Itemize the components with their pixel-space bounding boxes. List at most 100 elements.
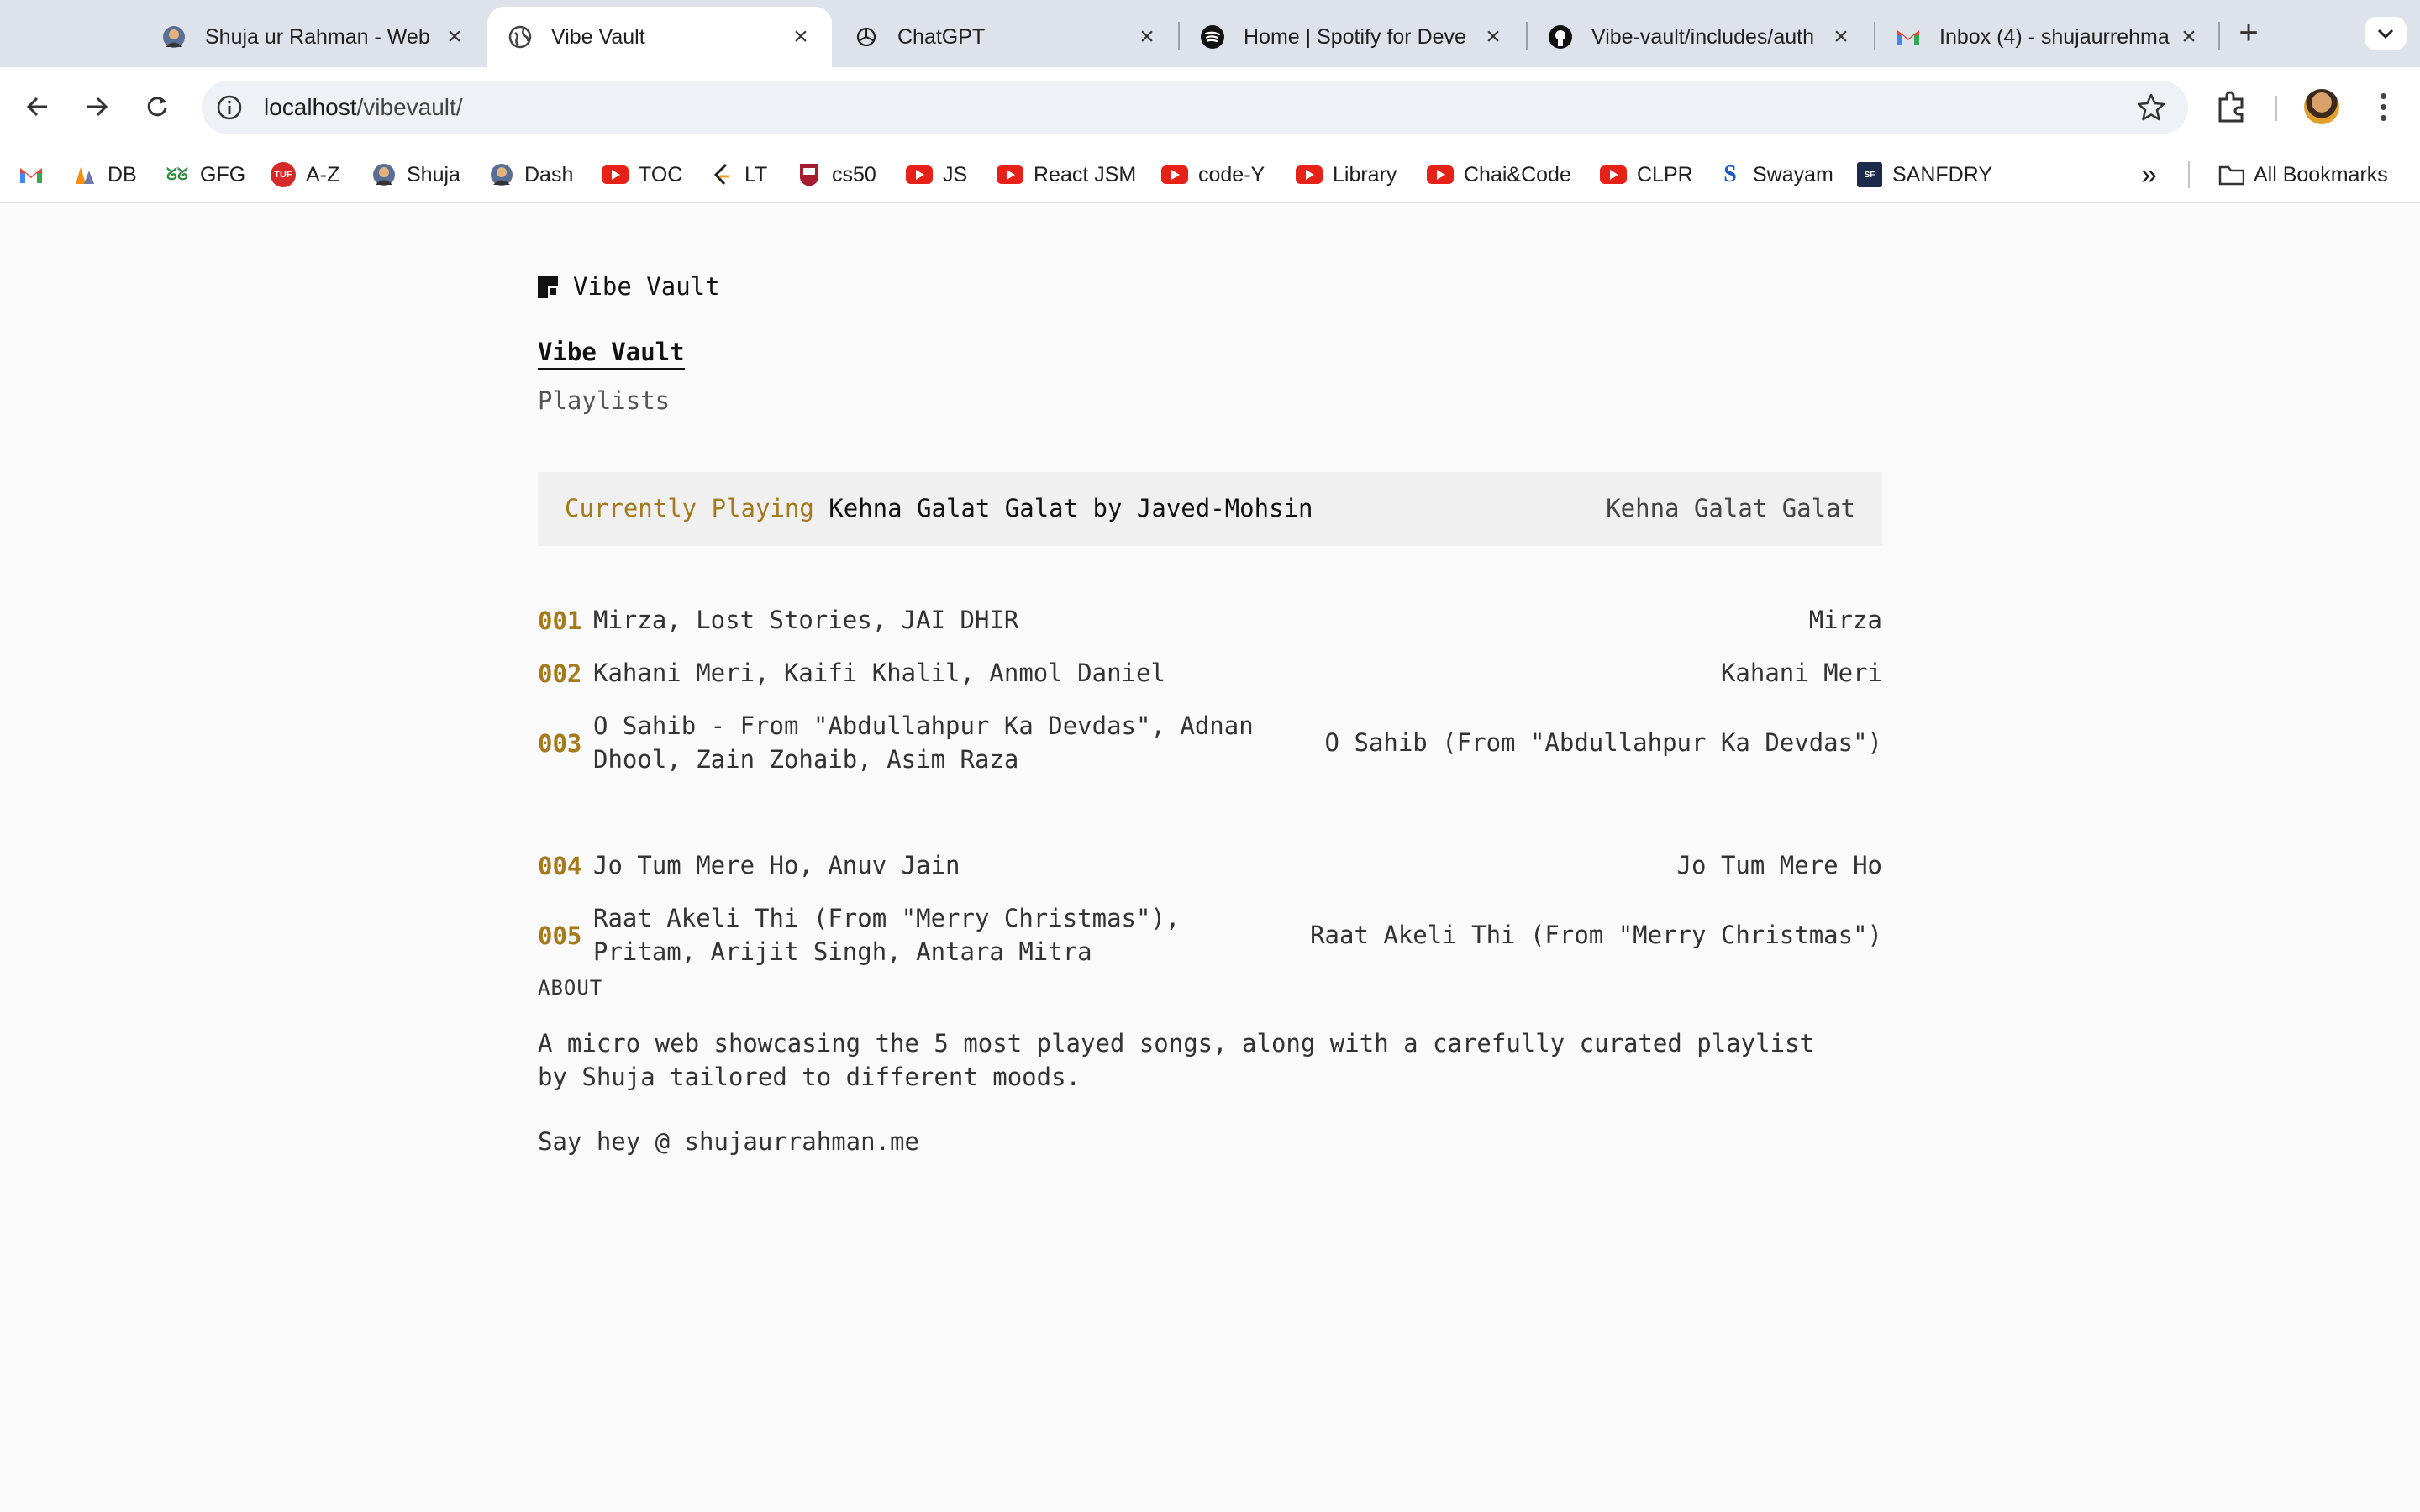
close-icon[interactable]: ×	[1134, 24, 1160, 50]
bookmark-toc[interactable]: TOC	[602, 160, 682, 190]
tab-shuja-web[interactable]: Shuja ur Rahman - Web ×	[141, 7, 486, 67]
bookmark-shuja[interactable]: Shuja	[371, 160, 460, 190]
track-number: 003	[538, 729, 582, 758]
tab-title: Vibe Vault	[551, 24, 645, 49]
close-icon[interactable]: ×	[2176, 24, 2202, 50]
vibe-vault-logo-icon	[538, 276, 558, 298]
track-title: Mirza	[1808, 606, 1882, 634]
swayam-icon: S	[1723, 161, 1737, 187]
bookmark-sanfdry[interactable]: SF SANFDRY	[1857, 160, 1992, 190]
forward-button[interactable]	[77, 87, 116, 126]
all-bookmarks-button[interactable]: All Bookmarks	[2218, 160, 2388, 190]
new-tab-button[interactable]: +	[2230, 15, 2267, 52]
bookmark-label: Chai&Code	[1464, 162, 1571, 186]
youtube-icon	[1600, 165, 1627, 184]
bookmark-react-jsm[interactable]: React JSM	[997, 160, 1136, 190]
bookmark-gmail[interactable]	[18, 160, 44, 190]
bookmark-swayam[interactable]: S Swayam	[1718, 160, 1833, 190]
more-bookmarks-button[interactable]: »	[2141, 159, 2157, 191]
toolbar-divider	[2275, 96, 2277, 121]
about-text: A micro web showcasing the 5 most played…	[538, 1029, 1814, 1091]
tab-chatgpt[interactable]: ChatGPT ×	[834, 7, 1178, 67]
tab-vibe-vault[interactable]: Vibe Vault ×	[487, 7, 832, 67]
avatar-favicon	[489, 162, 514, 187]
track-number: 005	[538, 921, 582, 950]
reload-button[interactable]	[138, 87, 176, 126]
track-description: O Sahib - From "Abdullahpur Ka Devdas", …	[593, 711, 1254, 774]
track-title: Kahani Meri	[1720, 659, 1882, 687]
back-button[interactable]	[18, 87, 57, 126]
tab-search-button[interactable]	[2365, 17, 2407, 50]
track-description: Raat Akeli Thi (From "Merry Christmas"),…	[593, 904, 1181, 966]
close-icon[interactable]: ×	[788, 24, 813, 50]
tab-title: ChatGPT	[897, 24, 986, 49]
track-description: Jo Tum Mere Ho, Anuv Jain	[593, 851, 960, 879]
globe-icon	[508, 24, 533, 50]
track-number: 001	[538, 606, 582, 635]
now-playing-title: Kehna Galat Galat	[1606, 494, 1855, 522]
bookmark-label: cs50	[832, 162, 876, 186]
track-number: 004	[538, 852, 582, 880]
close-icon[interactable]: ×	[1481, 24, 1506, 50]
tab-strip: Shuja ur Rahman - Web × Vibe Vault × Cha…	[0, 0, 2420, 67]
tab-gmail[interactable]: Inbox (4) - shujaurrehma ×	[1876, 7, 2220, 67]
close-icon[interactable]: ×	[442, 24, 467, 50]
bookmark-label: Library	[1333, 162, 1397, 186]
youtube-icon	[997, 165, 1023, 184]
bookmark-a-z[interactable]: TUF A-Z	[271, 160, 339, 190]
track-number: 002	[538, 659, 582, 688]
tuf-icon: TUF	[271, 162, 296, 187]
reload-icon	[147, 97, 167, 117]
bookmark-label: CLPR	[1637, 162, 1693, 186]
kebab-dot	[2380, 114, 2386, 121]
site-info-icon[interactable]	[213, 92, 245, 123]
arrow-left-icon	[26, 97, 47, 117]
harvard-icon	[797, 162, 822, 187]
pma-icon	[72, 162, 97, 187]
nav-playlists-link[interactable]: Playlists	[538, 386, 670, 415]
bookmark-label: DB	[108, 162, 137, 186]
address-bar[interactable]: localhost/vibevault/	[202, 81, 2188, 134]
now-playing-label: Currently Playing	[565, 494, 814, 522]
profile-avatar[interactable]	[2304, 89, 2339, 124]
bookmark-clpr[interactable]: CLPR	[1600, 160, 1693, 190]
bookmark-label: Swayam	[1753, 162, 1833, 186]
gfg-icon: ᘜᘜ	[166, 165, 188, 184]
chevron-down-icon	[2377, 29, 2394, 39]
close-icon[interactable]: ×	[1828, 24, 1854, 50]
sanfdry-icon: SF	[1857, 162, 1882, 187]
bookmarks-divider	[2188, 161, 2190, 188]
bookmark-db[interactable]: DB	[72, 160, 137, 190]
menu-button[interactable]	[2366, 87, 2400, 126]
spotify-icon	[1200, 24, 1225, 50]
bookmark-gfg[interactable]: ᘜᘜ GFG	[165, 160, 245, 190]
tab-spotify[interactable]: Home | Spotify for Deve ×	[1180, 7, 1524, 67]
bookmark-lt[interactable]: LT	[709, 160, 767, 190]
contact-link[interactable]: Say hey @ shujaurrahman.me	[538, 1127, 919, 1156]
site-brand[interactable]: Vibe Vault	[538, 272, 720, 301]
extensions-icon[interactable]	[2215, 89, 2250, 124]
bookmark-label: SANFDRY	[1892, 162, 1993, 186]
kebab-dot	[2380, 103, 2386, 110]
tab-divider	[2218, 22, 2220, 50]
bookmark-library[interactable]: Library	[1296, 160, 1397, 190]
bookmark-dash[interactable]: Dash	[489, 160, 573, 190]
bookmark-cs50[interactable]: cs50	[797, 160, 876, 190]
folder-icon	[2218, 162, 2244, 187]
youtube-icon	[1161, 165, 1188, 184]
now-playing-song[interactable]: Kehna Galat Galat by Javed-Mohsin	[829, 494, 1313, 522]
url-text[interactable]: localhost/vibevault/	[264, 94, 463, 121]
bookmark-code-y[interactable]: code-Y	[1161, 160, 1265, 190]
bookmark-chai-code[interactable]: Chai&Code	[1427, 160, 1571, 190]
tab-github[interactable]: Vibe-vault/includes/auth ×	[1528, 7, 1872, 67]
youtube-icon	[906, 165, 933, 184]
bookmark-label: JS	[943, 162, 968, 186]
leetcode-icon	[709, 162, 734, 187]
track-title: Raat Akeli Thi (From "Merry Christmas")	[1310, 921, 1882, 949]
avatar-favicon	[161, 24, 187, 50]
star-icon[interactable]	[2136, 92, 2166, 123]
track-title: O Sahib (From "Abdullahpur Ka Devdas")	[1324, 728, 1882, 757]
bookmark-js[interactable]: JS	[906, 160, 967, 190]
nav-home-link[interactable]: Vibe Vault	[538, 338, 685, 370]
url-path: /vibevault/	[356, 94, 463, 120]
